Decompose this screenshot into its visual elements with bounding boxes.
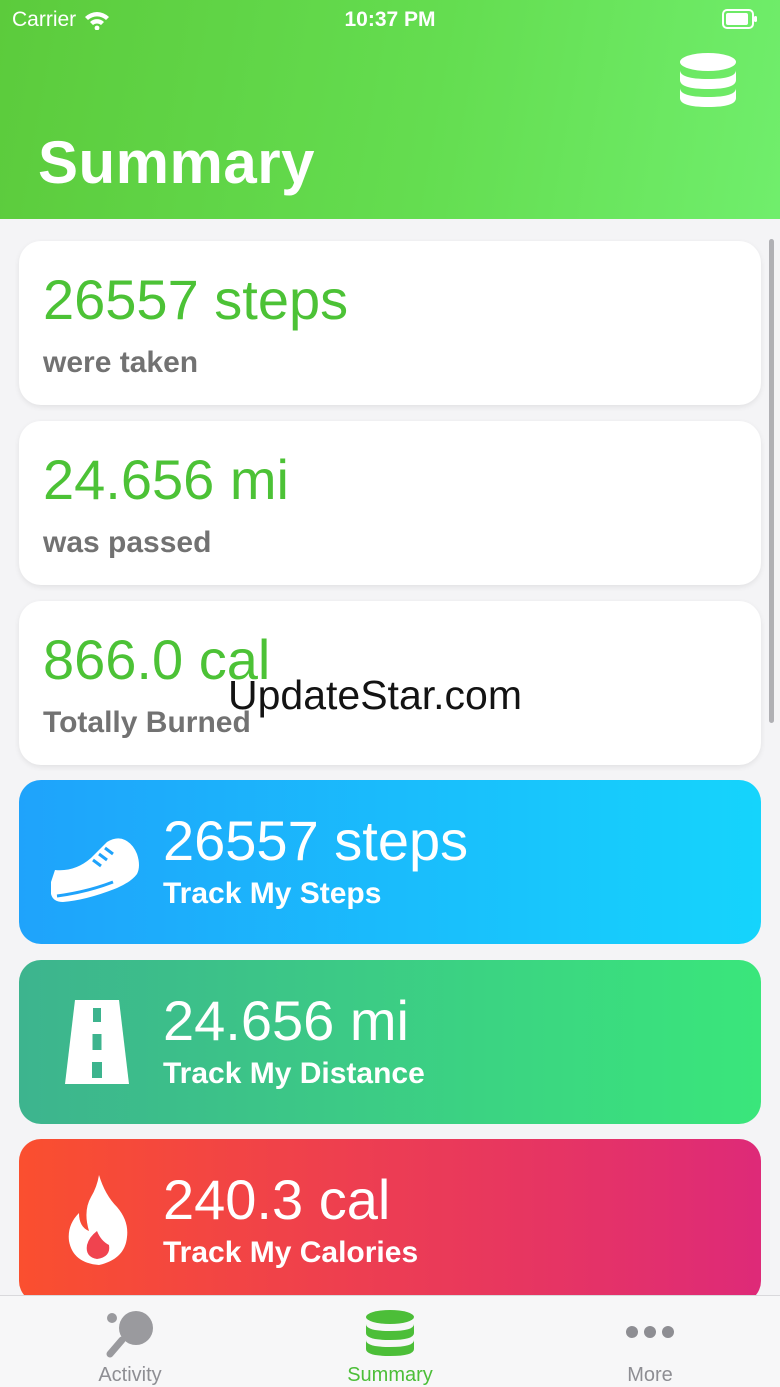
vertical-scrollbar[interactable] [769,239,774,723]
tab-bar: Activity Summary More [0,1295,780,1387]
watermark: UpdateStar.com [228,672,522,718]
steps-summary-caption: were taken [43,346,199,379]
more-dots-icon [626,1326,674,1338]
track-steps-value: 26557 steps [163,809,469,872]
tab-activity-label: Activity [98,1364,162,1386]
distance-summary-caption: was passed [43,526,212,559]
distance-summary-value: 24.656 mi [43,448,289,511]
track-calories-button[interactable]: 240.3 cal Track My Calories [19,1139,761,1303]
flame-icon [68,1175,128,1265]
sneaker-icon [51,838,139,902]
track-steps-label: Track My Steps [163,877,382,910]
tab-summary-label: Summary [347,1364,433,1386]
steps-summary-card: 26557 steps were taken [19,241,761,405]
database-icon[interactable] [678,50,738,110]
track-calories-value: 240.3 cal [163,1168,391,1231]
page-title: Summary [38,129,315,196]
calories-summary-caption: Totally Burned [43,706,251,739]
distance-summary-card: 24.656 mi was passed [19,421,761,585]
tab-summary[interactable]: Summary [260,1296,520,1387]
track-calories-label: Track My Calories [163,1236,419,1269]
steps-summary-value: 26557 steps [43,268,349,331]
track-distance-label: Track My Distance [163,1057,425,1090]
tab-activity[interactable]: Activity [0,1296,260,1387]
status-time: 10:37 PM [344,8,436,31]
status-bar: Carrier 10:37 PM [0,0,780,40]
road-icon [65,1000,129,1084]
header: Carrier 10:37 PM Summary [0,0,780,219]
track-distance-button[interactable]: 24.656 mi Track My Distance [19,960,761,1124]
ping-pong-icon [106,1311,153,1358]
track-distance-value: 24.656 mi [163,989,409,1052]
tab-more-label: More [627,1364,673,1386]
database-icon [366,1310,414,1356]
battery-icon [722,9,757,29]
tab-more[interactable]: More [520,1296,780,1387]
track-steps-button[interactable]: 26557 steps Track My Steps [19,780,761,944]
